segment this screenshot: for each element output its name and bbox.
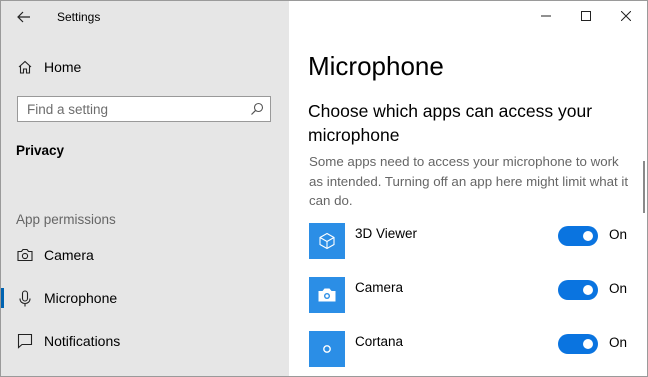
minimize-icon <box>541 15 551 17</box>
home-icon <box>16 58 34 76</box>
app-name: Cortana <box>355 334 404 349</box>
cube-icon <box>319 232 335 250</box>
sidebar-item-label: Camera <box>44 247 94 263</box>
sidebar: Settings Home Find a setting Privacy App… <box>1 1 289 376</box>
search-placeholder: Find a setting <box>27 102 109 117</box>
sidebar-item-notifications[interactable]: Notifications <box>1 321 289 361</box>
settings-window: Settings Home Find a setting Privacy App… <box>0 0 648 377</box>
scrollbar[interactable] <box>643 161 645 213</box>
title-bar: Settings <box>1 1 289 33</box>
toggle-switch[interactable] <box>558 280 598 300</box>
close-button[interactable] <box>603 1 647 31</box>
sidebar-item-label: Home <box>44 59 82 75</box>
group-label-app-permissions: App permissions <box>16 212 116 227</box>
microphone-icon <box>16 289 34 307</box>
app-row-cortana: Cortana On <box>309 331 639 371</box>
section-title-privacy: Privacy <box>16 143 65 158</box>
back-button[interactable] <box>9 4 39 30</box>
app-row-3d-viewer: 3D Viewer On <box>309 223 639 263</box>
search-icon <box>251 102 264 115</box>
app-tile <box>309 331 345 367</box>
toggle-state-label: On <box>609 227 628 242</box>
app-row-camera: Camera On <box>309 277 639 317</box>
camera-icon <box>16 246 34 264</box>
sidebar-item-label: Microphone <box>44 290 118 306</box>
app-name: Camera <box>355 280 404 295</box>
page-title: Microphone <box>308 51 444 81</box>
app-tile <box>309 223 345 259</box>
section-heading: Choose which apps can access your microp… <box>308 101 593 145</box>
notifications-icon <box>16 332 34 350</box>
camera-icon <box>318 288 336 302</box>
sidebar-item-home[interactable]: Home <box>1 47 289 87</box>
app-tile <box>309 277 345 313</box>
toggle-state-label: On <box>609 281 628 296</box>
back-arrow-icon <box>17 11 30 23</box>
app-title: Settings <box>57 10 101 24</box>
section-description: Some apps need to access your microphone… <box>309 154 629 208</box>
app-name: 3D Viewer <box>355 226 418 241</box>
sidebar-item-microphone[interactable]: Microphone <box>1 278 289 318</box>
close-icon <box>621 11 631 21</box>
cortana-icon <box>323 345 331 353</box>
toggle-knob <box>583 285 593 295</box>
toggle-knob <box>583 339 593 349</box>
toggle-knob <box>583 231 593 241</box>
maximize-icon <box>581 11 591 21</box>
search-input[interactable]: Find a setting <box>17 96 271 122</box>
toggle-switch[interactable] <box>558 226 598 246</box>
sidebar-item-camera[interactable]: Camera <box>1 235 289 275</box>
sidebar-item-label: Notifications <box>44 333 121 349</box>
main-panel: Microphone Choose which apps can access … <box>289 1 647 376</box>
toggle-switch[interactable] <box>558 334 598 354</box>
toggle-state-label: On <box>609 335 628 350</box>
